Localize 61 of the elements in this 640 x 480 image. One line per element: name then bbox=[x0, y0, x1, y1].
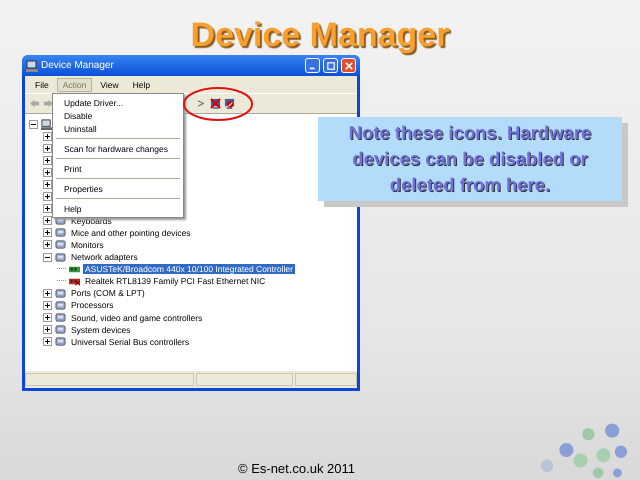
menu-option[interactable]: Properties bbox=[53, 182, 183, 195]
expander-box[interactable] bbox=[43, 313, 52, 322]
device-icon bbox=[55, 239, 66, 250]
minimize-button[interactable] bbox=[305, 58, 320, 73]
tree-item[interactable]: System devices bbox=[69, 324, 133, 335]
close-button[interactable] bbox=[341, 58, 356, 73]
device-icon bbox=[55, 300, 66, 311]
callout-text: Note these icons. Hardware devices can be disabled or deleted from here. bbox=[348, 121, 592, 197]
expander-box[interactable] bbox=[43, 288, 52, 298]
menu-item[interactable]: View bbox=[94, 78, 125, 92]
menu-option[interactable]: Uninstall bbox=[53, 122, 183, 135]
status-cell bbox=[295, 373, 357, 386]
menu-option[interactable]: Disable bbox=[53, 109, 183, 122]
scan-icon[interactable] bbox=[196, 98, 207, 109]
menu-item[interactable]: File bbox=[29, 78, 55, 92]
highlight-ellipse bbox=[182, 86, 254, 122]
close-icon bbox=[344, 62, 352, 70]
expander-box[interactable] bbox=[43, 337, 52, 346]
expander-box[interactable] bbox=[43, 204, 52, 214]
tree-item[interactable]: Sound, video and game controllers bbox=[69, 312, 204, 323]
tree-item[interactable]: Mice and other pointing devices bbox=[69, 228, 193, 238]
expander-box[interactable] bbox=[43, 325, 52, 334]
tree-item[interactable]: Ports (COM & LPT) bbox=[69, 288, 147, 298]
maximize-icon bbox=[326, 62, 334, 70]
device-icon bbox=[55, 227, 66, 238]
expander-box[interactable] bbox=[43, 240, 52, 250]
menu-option[interactable]: Print bbox=[53, 162, 183, 175]
tree-item[interactable]: Monitors bbox=[69, 240, 106, 250]
menu-item[interactable]: Help bbox=[126, 78, 156, 92]
copyright-text: © Es-net.co.uk 2011 bbox=[238, 461, 356, 476]
forward-icon[interactable] bbox=[43, 98, 54, 109]
expander-box[interactable] bbox=[43, 144, 52, 153]
device-icon bbox=[55, 252, 66, 263]
expander-box[interactable] bbox=[43, 156, 52, 165]
expander-box[interactable] bbox=[43, 300, 52, 310]
expander-box[interactable] bbox=[43, 216, 52, 226]
device-icon bbox=[55, 336, 66, 348]
menu-option[interactable]: Scan for hardware changes bbox=[53, 142, 183, 155]
maximize-button[interactable] bbox=[323, 58, 338, 73]
device-icon bbox=[55, 288, 66, 299]
menu-option[interactable]: Help bbox=[53, 202, 183, 215]
disable-icon[interactable] bbox=[224, 98, 235, 109]
device-icon bbox=[55, 324, 66, 336]
window-title: Device Manager bbox=[41, 60, 114, 71]
uninstall-icon[interactable] bbox=[210, 98, 221, 109]
expander-box[interactable] bbox=[43, 180, 52, 190]
tree-item[interactable]: Processors bbox=[69, 300, 116, 310]
expander-box[interactable] bbox=[43, 168, 52, 177]
tree-item[interactable]: Keyboards bbox=[69, 216, 114, 226]
expander-box[interactable] bbox=[43, 228, 52, 238]
expander-box[interactable] bbox=[43, 132, 52, 141]
expander-box[interactable] bbox=[43, 192, 52, 202]
device-icon bbox=[55, 312, 66, 324]
expander-box[interactable] bbox=[43, 252, 52, 262]
computer-icon bbox=[26, 60, 38, 72]
expander-box[interactable] bbox=[29, 120, 38, 129]
computer-icon bbox=[41, 118, 52, 130]
slide-title: Device Manager bbox=[190, 16, 450, 55]
tree-item[interactable]: ASUSTeK/Broadcom 440x 10/100 Integrated Controller bbox=[83, 264, 295, 274]
tree-item[interactable]: Network adapters bbox=[69, 252, 140, 262]
tree-item[interactable]: Universal Serial Bus controllers bbox=[69, 336, 192, 347]
